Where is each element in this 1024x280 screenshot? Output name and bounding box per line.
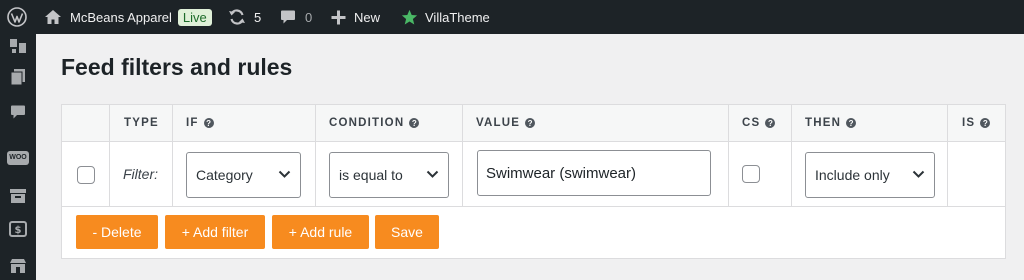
updates-count: 5 — [254, 9, 262, 25]
header-then: THEN ? — [805, 105, 857, 141]
comments-menu-icon[interactable] — [8, 102, 28, 122]
add-rule-button[interactable]: + Add rule — [272, 215, 369, 249]
help-icon[interactable]: ? — [846, 118, 857, 128]
help-icon[interactable]: ? — [765, 118, 776, 128]
help-icon[interactable]: ? — [525, 118, 536, 128]
header-condition: CONDITION ? — [329, 105, 420, 141]
chevron-down-icon — [426, 170, 439, 178]
help-icon[interactable]: ? — [203, 118, 214, 128]
admin-bar: McBeans Apparel Live 5 0 New VillaTheme — [0, 0, 1024, 34]
plus-icon — [331, 10, 346, 25]
delete-button[interactable]: - Delete — [76, 215, 158, 249]
site-name: McBeans Apparel — [70, 9, 172, 25]
payments-menu-icon[interactable]: $ — [8, 219, 28, 239]
help-icon[interactable]: ? — [980, 118, 991, 128]
header-cs-label: CS — [742, 117, 761, 129]
filter-row: Filter: Category is equal to Include onl… — [62, 142, 1005, 207]
svg-text:$: $ — [15, 225, 22, 236]
header-if-label: IF — [186, 117, 199, 129]
woo-label: WOO — [7, 151, 29, 165]
filters-rules-panel: TYPE IF ? CONDITION ? VALUE ? CS ? THEN … — [61, 104, 1006, 259]
header-then-label: THEN — [805, 117, 842, 129]
row-select-checkbox[interactable] — [77, 166, 95, 184]
case-sensitive-checkbox[interactable] — [742, 165, 760, 183]
header-condition-label: CONDITION — [329, 117, 405, 129]
header-cs: CS ? — [742, 105, 776, 141]
live-badge: Live — [177, 8, 212, 26]
updates-link[interactable]: 5 — [228, 0, 261, 34]
page-title: Feed filters and rules — [61, 54, 293, 80]
condition-select-value: is equal to — [339, 167, 403, 183]
help-icon[interactable]: ? — [409, 118, 420, 128]
header-is: IS ? — [962, 105, 991, 141]
header-value-label: VALUE — [476, 117, 521, 129]
row-type-label: Filter: — [123, 166, 158, 182]
comment-icon — [280, 9, 296, 25]
header-type: TYPE — [124, 105, 159, 141]
marketing-store-icon[interactable] — [8, 256, 28, 276]
star-icon — [401, 9, 418, 26]
wordpress-logo-icon[interactable] — [7, 0, 27, 34]
villatheme-label: VillaTheme — [425, 9, 490, 25]
header-value: VALUE ? — [476, 105, 536, 141]
home-icon — [44, 9, 62, 25]
new-content-link[interactable]: New — [331, 0, 380, 34]
then-select-value: Include only — [815, 167, 890, 183]
chevron-down-icon — [912, 170, 925, 178]
admin-side-menu: WOO $ — [0, 34, 36, 280]
header-is-label: IS — [962, 117, 976, 129]
header-type-label: TYPE — [124, 117, 159, 129]
products-menu-icon[interactable] — [8, 186, 28, 206]
site-home-link[interactable]: McBeans Apparel Live — [44, 0, 212, 34]
then-select[interactable]: Include only — [805, 152, 935, 198]
villatheme-link[interactable]: VillaTheme — [401, 0, 490, 34]
add-filter-button[interactable]: + Add filter — [165, 215, 265, 249]
new-label: New — [354, 9, 381, 25]
if-select-value: Category — [196, 167, 253, 183]
pages-menu-icon[interactable] — [8, 67, 28, 87]
chevron-down-icon — [278, 170, 291, 178]
if-select[interactable]: Category — [186, 152, 301, 198]
plugins-menu-icon[interactable] — [8, 36, 28, 56]
value-input[interactable] — [477, 150, 711, 196]
comments-link[interactable]: 0 — [280, 0, 312, 34]
updates-icon — [228, 8, 246, 26]
save-button[interactable]: Save — [375, 215, 439, 249]
header-if: IF ? — [186, 105, 214, 141]
condition-select[interactable]: is equal to — [329, 152, 449, 198]
comments-count: 0 — [305, 9, 313, 25]
woocommerce-menu-icon[interactable]: WOO — [6, 148, 30, 168]
